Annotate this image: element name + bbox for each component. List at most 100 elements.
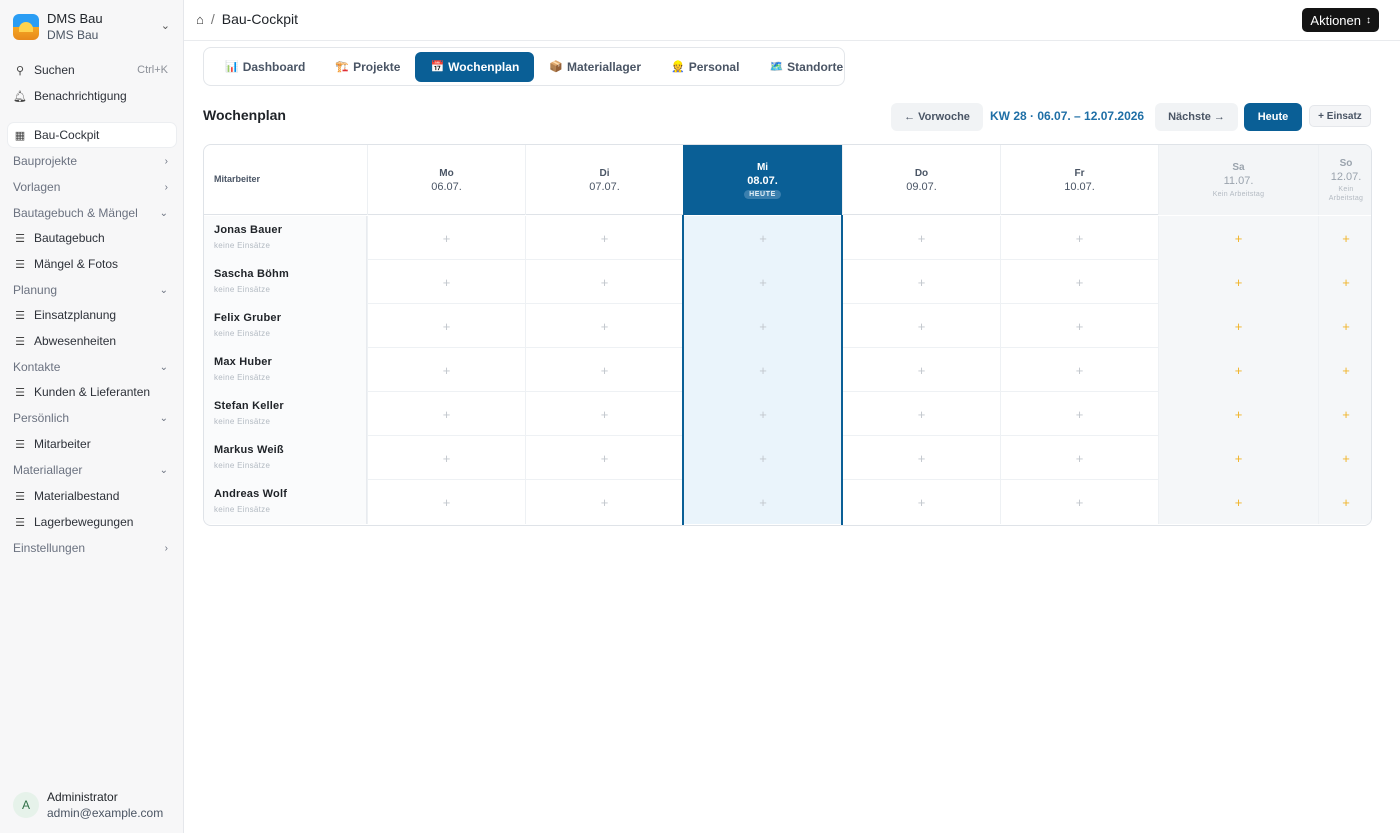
plus-icon: + <box>1234 494 1243 510</box>
table-row: Markus Weiß keine Einsätze + + + + + + + <box>204 436 1371 480</box>
sidebar-item-einsatzplanung[interactable]: ☰ Einsatzplanung <box>8 304 176 326</box>
add-assignment-cell[interactable]: + <box>683 480 842 524</box>
worker-icon: 👷 <box>671 61 685 73</box>
add-assignment-cell[interactable]: + <box>842 436 1000 480</box>
add-assignment-cell[interactable]: + <box>1000 304 1158 348</box>
sidebar-notifications[interactable]: 🔔︎ Benachrichtigung <box>8 85 176 107</box>
add-assignment-cell[interactable]: + <box>367 348 525 392</box>
add-assignment-cell[interactable]: + <box>1000 348 1158 392</box>
add-assignment-cell[interactable]: + <box>1318 348 1371 392</box>
sidebar-search[interactable]: ⚲ Suchen Ctrl+K <box>8 59 176 81</box>
add-assignment-cell[interactable]: + <box>842 348 1000 392</box>
sidebar-group-kontakte[interactable]: Kontakte ⌄ <box>8 356 176 378</box>
tab-materiallager[interactable]: 📦 Materiallager <box>534 52 656 82</box>
add-assignment-cell[interactable]: + <box>1000 392 1158 436</box>
add-assignment-cell[interactable]: + <box>842 260 1000 304</box>
add-assignment-cell[interactable]: + <box>1000 480 1158 524</box>
tab-personal[interactable]: 👷 Personal <box>656 52 754 82</box>
add-assignment-cell[interactable]: + <box>367 260 525 304</box>
sidebar-item-lagerbewegungen[interactable]: ☰ Lagerbewegungen <box>8 511 176 533</box>
add-assignment-cell[interactable]: + <box>842 392 1000 436</box>
add-assignment-cell[interactable]: + <box>1158 348 1318 392</box>
sidebar-item-kunden-lieferanten[interactable]: ☰ Kunden & Lieferanten <box>8 381 176 403</box>
sidebar-item-maengel-fotos[interactable]: ☰ Mängel & Fotos <box>8 253 176 275</box>
add-assignment-cell[interactable]: + <box>1318 436 1371 480</box>
add-assignment-cell[interactable]: + <box>683 392 842 436</box>
list-icon: ☰ <box>15 386 25 399</box>
sidebar-group-label: Bauprojekte <box>13 154 78 168</box>
sidebar-item-mitarbeiter[interactable]: ☰ Mitarbeiter <box>8 433 176 455</box>
add-assignment-cell[interactable]: + <box>842 216 1000 260</box>
sidebar-item-abwesenheiten[interactable]: ☰ Abwesenheiten <box>8 330 176 352</box>
tab-dashboard[interactable]: 📊 Dashboard <box>210 52 320 82</box>
sidebar-group-label: Vorlagen <box>13 180 61 194</box>
add-assignment-cell[interactable]: + <box>525 260 683 304</box>
home-icon[interactable]: ⌂ <box>196 12 204 27</box>
add-assignment-cell[interactable]: + <box>1318 260 1371 304</box>
add-assignment-cell[interactable]: + <box>1158 304 1318 348</box>
sidebar-group-materiallager[interactable]: Materiallager ⌄ <box>8 459 176 481</box>
add-assignment-cell[interactable]: + <box>525 304 683 348</box>
add-assignment-cell[interactable]: + <box>367 436 525 480</box>
day-name: Mo <box>439 167 454 179</box>
sidebar-group-persoenlich[interactable]: Persönlich ⌄ <box>8 407 176 429</box>
add-assignment-cell[interactable]: + <box>367 480 525 524</box>
day-date: 11.07. <box>1223 175 1254 187</box>
add-assignment-cell[interactable]: + <box>1000 260 1158 304</box>
employee-cell: Stefan Keller keine Einsätze <box>204 392 367 436</box>
add-assignment-cell[interactable]: + <box>367 216 525 260</box>
actions-button[interactable]: Aktionen ↕ <box>1302 8 1379 32</box>
plus-icon: + <box>1234 230 1243 246</box>
add-assignment-cell[interactable]: + <box>683 436 842 480</box>
add-assignment-cell[interactable]: + <box>1318 216 1371 260</box>
sidebar-item-materialbestand[interactable]: ☰ Materialbestand <box>8 485 176 507</box>
workspace-switcher[interactable]: DMS Bau DMS Bau ⌄ <box>8 8 176 46</box>
plus-icon: + <box>759 362 767 378</box>
sidebar-item-bau-cockpit[interactable]: ▦ Bau-Cockpit <box>8 123 176 147</box>
add-assignment-cell[interactable]: + <box>525 348 683 392</box>
next-week-button[interactable]: Nächste → <box>1155 103 1238 131</box>
add-assignment-cell[interactable]: + <box>842 304 1000 348</box>
add-assignment-cell[interactable]: + <box>1000 436 1158 480</box>
sidebar-group-bautagebuch-maengel[interactable]: Bautagebuch & Mängel ⌄ <box>8 202 176 224</box>
add-assignment-cell[interactable]: + <box>683 348 842 392</box>
day-header-mi: Mi 08.07. HEUTE <box>683 145 842 215</box>
employee-status: keine Einsätze <box>214 329 271 338</box>
add-assignment-button[interactable]: + Einsatz <box>1309 105 1371 127</box>
sidebar-group-bauprojekte[interactable]: Bauprojekte › <box>8 150 176 172</box>
chevron-down-icon: ⌄ <box>159 284 168 296</box>
add-assignment-cell[interactable]: + <box>842 480 1000 524</box>
add-assignment-cell[interactable]: + <box>367 392 525 436</box>
add-assignment-cell[interactable]: + <box>1158 216 1318 260</box>
tab-label: Materiallager <box>566 59 642 74</box>
add-assignment-cell[interactable]: + <box>525 216 683 260</box>
add-assignment-cell[interactable]: + <box>525 392 683 436</box>
add-assignment-cell[interactable]: + <box>683 216 842 260</box>
tab-projekte[interactable]: 🏗️ Projekte <box>320 52 415 82</box>
add-assignment-cell[interactable]: + <box>1158 392 1318 436</box>
user-menu[interactable]: A Administrator admin@example.com <box>8 787 176 823</box>
add-assignment-cell[interactable]: + <box>1318 480 1371 524</box>
today-button[interactable]: Heute <box>1244 103 1302 131</box>
tab-wochenplan[interactable]: 📅 Wochenplan <box>415 51 535 82</box>
add-assignment-cell[interactable]: + <box>683 260 842 304</box>
add-assignment-cell[interactable]: + <box>1318 304 1371 348</box>
employee-status: keine Einsätze <box>214 285 271 294</box>
previous-week-button[interactable]: ← Vorwoche <box>891 103 983 131</box>
today-badge: HEUTE <box>744 189 781 199</box>
tab-standorte[interactable]: 🗺️ Standorte <box>754 52 858 82</box>
add-assignment-cell[interactable]: + <box>1158 260 1318 304</box>
sidebar-group-planung[interactable]: Planung ⌄ <box>8 279 176 301</box>
sidebar-item-bautagebuch[interactable]: ☰ Bautagebuch <box>8 227 176 249</box>
add-assignment-cell[interactable]: + <box>1158 436 1318 480</box>
sidebar-group-vorlagen[interactable]: Vorlagen › <box>8 176 176 198</box>
add-assignment-cell[interactable]: + <box>525 480 683 524</box>
add-assignment-cell[interactable]: + <box>367 304 525 348</box>
non-working-day-label-line1: Kein <box>1338 186 1354 193</box>
add-assignment-cell[interactable]: + <box>1158 480 1318 524</box>
add-assignment-cell[interactable]: + <box>683 304 842 348</box>
add-assignment-cell[interactable]: + <box>1318 392 1371 436</box>
add-assignment-cell[interactable]: + <box>525 436 683 480</box>
sidebar-group-einstellungen[interactable]: Einstellungen › <box>8 537 176 559</box>
add-assignment-cell[interactable]: + <box>1000 216 1158 260</box>
